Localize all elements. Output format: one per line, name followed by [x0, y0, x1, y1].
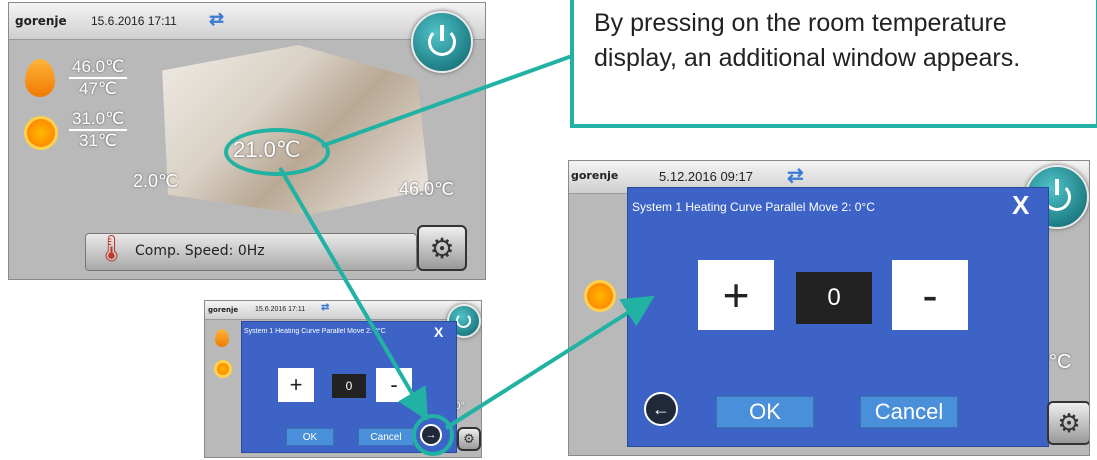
callout-connector	[321, 54, 573, 148]
connector-lines	[278, 54, 655, 430]
arrow-to-large-dialog-arrow	[444, 295, 655, 430]
room-temp-to-dialog-arrow	[278, 166, 429, 421]
